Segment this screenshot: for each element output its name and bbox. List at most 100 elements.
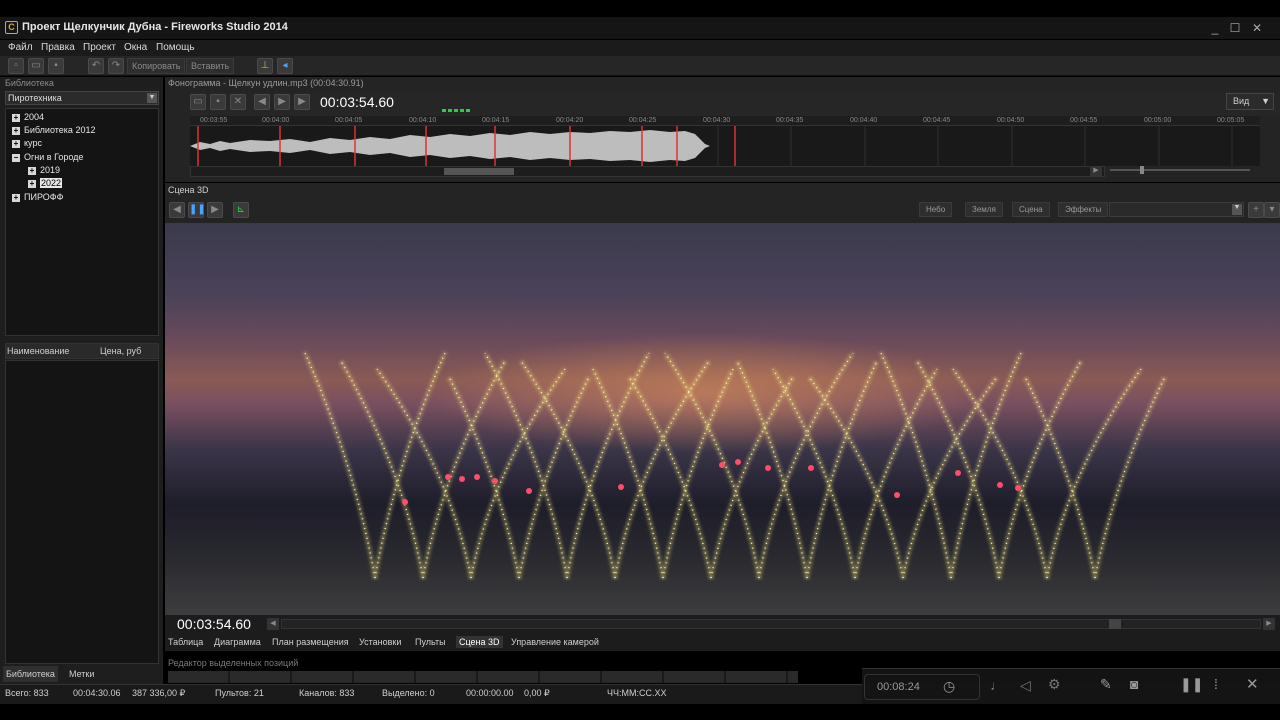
marker-tool-icon[interactable]: ⊥ (257, 58, 273, 74)
collapse-icon[interactable]: − (12, 153, 20, 162)
tab-installations[interactable]: Установки (356, 636, 404, 648)
tab-consoles[interactable]: Пульты (412, 636, 449, 648)
prev-icon[interactable]: ◀ (169, 202, 185, 218)
tab-diagram[interactable]: Диаграмма (211, 636, 264, 648)
library-list-header: Наименование Цена, руб (5, 343, 159, 359)
title-bar: C Проект Щелкунчик Дубна - Fireworks Stu… (0, 17, 1280, 39)
view-dropdown[interactable]: Вид ▼ (1226, 93, 1274, 110)
delete-icon[interactable]: ✕ (230, 94, 246, 110)
expand-icon[interactable]: + (12, 126, 20, 135)
chevron-down-icon[interactable]: ▼ (147, 93, 157, 103)
tab-camera-control[interactable]: Управление камерой (508, 636, 602, 648)
speaker-icon[interactable]: ◂ (277, 58, 293, 74)
scene-select[interactable]: ▼ (1109, 202, 1244, 217)
column-name[interactable]: Наименование (7, 346, 69, 356)
open-folder-icon[interactable]: ▭ (28, 58, 44, 74)
tree-item[interactable]: +2019 (28, 165, 60, 175)
status-selected: Выделено: 0 (382, 688, 435, 698)
spark-streak-core (950, 352, 1022, 579)
camera-icon[interactable]: ◙ (1130, 676, 1138, 692)
play-icon[interactable]: ▶ (274, 94, 290, 110)
waveform-scrollbar[interactable] (190, 166, 1105, 177)
next-icon[interactable]: ▶ (207, 202, 223, 218)
rewind-icon[interactable]: ◀ (254, 94, 270, 110)
expand-icon[interactable]: + (28, 166, 36, 175)
level-meter (442, 109, 472, 112)
maximize-button[interactable]: ☐ (1226, 20, 1244, 36)
close-button[interactable]: ✕ (1248, 20, 1266, 36)
paste-button[interactable]: Вставить (186, 58, 235, 74)
scroll-right-icon[interactable]: ▶ (1090, 166, 1102, 177)
tab-layout-plan[interactable]: План размещения (269, 636, 352, 648)
save-icon[interactable]: ▪ (48, 58, 64, 74)
red-shell (618, 484, 624, 490)
settings-gear-icon[interactable]: ⚙ (1048, 676, 1061, 693)
tree-item-label: Библиотека 2012 (24, 125, 96, 135)
spark-streak (915, 360, 1001, 579)
zoom-slider[interactable] (1110, 166, 1250, 174)
undo-icon[interactable]: ↶ (88, 58, 104, 74)
expand-icon[interactable]: + (12, 113, 20, 122)
scroll-thumb[interactable] (444, 168, 514, 175)
dropdown-icon[interactable]: ▾ (1264, 202, 1280, 218)
scroll-right-icon[interactable]: ▶ (1263, 618, 1275, 630)
view-ground-button[interactable]: Земля (965, 202, 1003, 217)
chevron-down-icon[interactable]: ▼ (1232, 204, 1242, 215)
menu-help[interactable]: Помощь (156, 42, 195, 53)
ruler-label: 00:04:25 (629, 117, 657, 124)
spark-streak (303, 352, 377, 579)
new-icon[interactable]: ▫ (8, 58, 24, 74)
tree-item[interactable]: + ПИРОФФ (12, 192, 63, 202)
axes-icon[interactable]: ⊾ (233, 202, 249, 218)
ruler-label: 00:04:15 (482, 117, 510, 124)
menu-edit[interactable]: Правка (41, 42, 75, 53)
spark-streak (951, 367, 1049, 579)
recorder-overlay: 00:08:24 ◷ ♩ ◁ ⚙ ✎ ◙ ❚❚ ⁞ ✕ (862, 668, 1280, 704)
editor-fields[interactable] (168, 671, 798, 683)
library-combo[interactable]: Пиротехника ▼ (5, 91, 159, 105)
spark-streak-core (520, 360, 616, 579)
scene-scroll-thumb[interactable] (1109, 619, 1121, 629)
scene-viewport[interactable] (165, 223, 1280, 615)
waveform-area[interactable]: 00:03:55 00:04:00 00:04:05 00:04:10 00:0… (190, 116, 1260, 166)
tab-scene-3d[interactable]: Сцена 3D (456, 636, 503, 648)
scroll-left-icon[interactable]: ◀ (267, 618, 279, 630)
tree-item[interactable]: + Библиотека 2012 (12, 125, 95, 135)
pen-icon[interactable]: ✎ (1100, 676, 1112, 693)
menu-windows[interactable]: Окна (124, 42, 147, 53)
redo-icon[interactable]: ↷ (108, 58, 124, 74)
minimize-button[interactable]: _ (1206, 20, 1224, 36)
expand-icon[interactable]: + (12, 193, 20, 202)
folder-icon[interactable]: ▭ (190, 94, 206, 110)
tree-item-selected[interactable]: +2022 (28, 178, 63, 188)
tab-marks[interactable]: Метки (66, 666, 97, 682)
stopwatch-icon[interactable]: ◷ (943, 678, 955, 695)
library-tree: +2004 + Библиотека 2012 + курс − Огни в Гор… (5, 108, 159, 336)
save-icon[interactable]: ▪ (210, 94, 226, 110)
copy-button[interactable]: Копировать (127, 58, 186, 74)
pause-icon[interactable]: ❚❚ (188, 202, 206, 218)
close-recorder-icon[interactable]: ✕ (1246, 675, 1259, 693)
tree-item[interactable]: − Огни в Городе (12, 152, 83, 162)
column-price[interactable]: Цена, руб (100, 346, 141, 356)
menu-file[interactable]: Файл (8, 42, 33, 53)
view-sky-button[interactable]: Небо (919, 202, 953, 217)
microphone-icon[interactable]: ♩ (990, 677, 1004, 693)
volume-icon[interactable]: ◁ (1020, 677, 1031, 694)
forward-icon[interactable]: ▶ (294, 94, 310, 110)
pause-record-icon[interactable]: ❚❚ (1180, 676, 1203, 693)
red-shell (808, 465, 814, 471)
stop-icon[interactable]: ⁞ (1214, 676, 1218, 692)
menu-project[interactable]: Проект (83, 42, 116, 53)
view-scene-button[interactable]: Сцена (1012, 202, 1050, 217)
add-icon[interactable]: + (1248, 202, 1264, 218)
zoom-handle[interactable] (1140, 166, 1144, 174)
scene-time-bar: 00:03:54.60 ◀ ▶ (165, 615, 1280, 634)
expand-icon[interactable]: + (28, 179, 36, 188)
tab-table[interactable]: Таблица (165, 636, 206, 648)
tree-item[interactable]: + курс (12, 138, 42, 148)
tab-library[interactable]: Библиотека (3, 666, 58, 682)
expand-icon[interactable]: + (12, 139, 20, 148)
view-effects-button[interactable]: Эффекты (1058, 202, 1109, 217)
tree-item[interactable]: +2004 (12, 112, 44, 122)
